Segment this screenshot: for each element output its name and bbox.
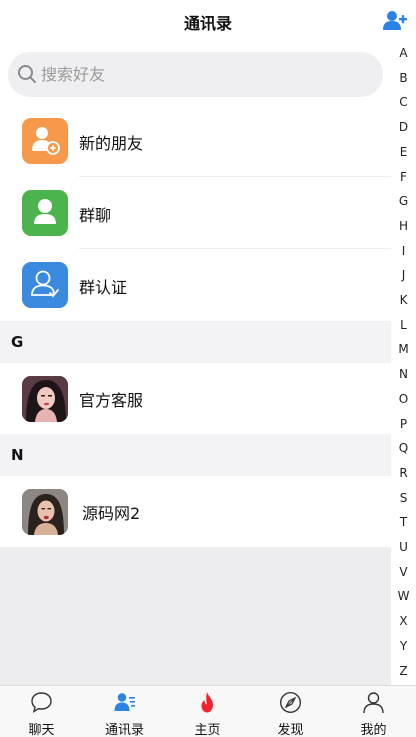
section-header-n: N	[0, 434, 391, 476]
index-letter-w[interactable]: W	[391, 589, 416, 603]
group-verify-label: 群认证	[79, 278, 128, 297]
tab-discover[interactable]: 发现	[249, 686, 332, 737]
bottom-tab-bar: 聊天 通讯录 主页 发现 我的	[0, 685, 416, 737]
index-letter-e[interactable]: E	[391, 145, 416, 159]
index-letter-k[interactable]: K	[391, 293, 416, 307]
contact-photo-icon	[22, 376, 68, 422]
index-letter-s[interactable]: S	[391, 491, 416, 505]
index-letter-j[interactable]: J	[391, 268, 416, 282]
section-header-g: G	[0, 321, 391, 363]
group-verify-avatar	[22, 262, 68, 308]
index-letter-u[interactable]: U	[391, 540, 416, 554]
index-letter-b[interactable]: B	[391, 71, 416, 85]
flame-icon	[201, 692, 213, 713]
group-chat-icon	[34, 199, 56, 224]
index-letter-q[interactable]: Q	[391, 441, 416, 455]
search-icon	[18, 65, 36, 83]
top-nav-bar: 通讯录	[0, 0, 416, 44]
group-chat-item[interactable]: 群聊	[0, 177, 391, 249]
index-letter-h[interactable]: H	[391, 219, 416, 233]
tab-chat[interactable]: 聊天	[0, 686, 83, 737]
index-letter-r[interactable]: R	[391, 466, 416, 480]
tab-chat-label: 聊天	[28, 723, 55, 737]
chat-bubble-icon	[31, 692, 52, 714]
search-bar	[8, 52, 383, 97]
tab-discover-label: 发现	[277, 723, 304, 737]
tab-contacts-label: 通讯录	[104, 723, 144, 737]
index-letter-y[interactable]: Y	[391, 639, 416, 653]
index-letter-f[interactable]: F	[391, 170, 416, 184]
group-chat-avatar	[22, 190, 68, 236]
tab-contacts[interactable]: 通讯录	[83, 686, 166, 737]
add-user-icon	[383, 11, 407, 30]
index-letter-a[interactable]: A	[391, 46, 416, 60]
index-letter-v[interactable]: V	[391, 565, 416, 579]
index-letter-d[interactable]: D	[391, 120, 416, 134]
index-letter-t[interactable]: T	[391, 515, 416, 529]
index-letter-n[interactable]: N	[391, 367, 416, 381]
tab-home-label: 主页	[194, 723, 221, 737]
contact-avatar	[22, 489, 68, 535]
contact-item[interactable]: 源码网2	[0, 476, 391, 547]
add-friend-button[interactable]	[382, 8, 408, 34]
contact-photo-icon	[22, 489, 68, 535]
new-friends-item[interactable]: 新的朋友	[0, 105, 391, 177]
alphabet-index-bar[interactable]: ABCDEFGHIJKLMNOPQRSTUVWXYZ	[391, 44, 416, 685]
contact-name: 官方客服	[79, 391, 144, 410]
page-title: 通讯录	[183, 14, 232, 33]
contacts-icon	[114, 693, 135, 711]
group-verify-item[interactable]: 群认证	[0, 249, 391, 321]
index-letter-c[interactable]: C	[391, 95, 416, 109]
contact-list: 新的朋友 群聊 群认证 G 官方客服 N 源码网2	[0, 105, 391, 685]
tab-profile-label: 我的	[360, 723, 387, 737]
group-verify-icon	[31, 270, 59, 298]
contact-item[interactable]: 官方客服	[0, 363, 391, 434]
tab-home[interactable]: 主页	[166, 686, 249, 737]
new-friend-avatar	[22, 118, 68, 164]
compass-icon	[279, 691, 302, 714]
profile-icon	[363, 692, 384, 714]
index-letter-g[interactable]: G	[391, 194, 416, 208]
new-friend-icon	[32, 127, 60, 155]
new-friends-label: 新的朋友	[79, 134, 144, 153]
index-letter-l[interactable]: L	[391, 318, 416, 332]
index-letter-x[interactable]: X	[391, 614, 416, 628]
index-letter-o[interactable]: O	[391, 392, 416, 406]
tab-profile[interactable]: 我的	[332, 686, 415, 737]
search-input[interactable]	[41, 58, 371, 91]
index-letter-z[interactable]: Z	[391, 664, 416, 678]
group-chat-label: 群聊	[79, 206, 112, 225]
contact-avatar	[22, 376, 68, 422]
index-letter-i[interactable]: I	[391, 244, 416, 258]
contact-name: 源码网2	[82, 504, 141, 523]
index-letter-p[interactable]: P	[391, 417, 416, 431]
index-letter-m[interactable]: M	[391, 342, 416, 356]
